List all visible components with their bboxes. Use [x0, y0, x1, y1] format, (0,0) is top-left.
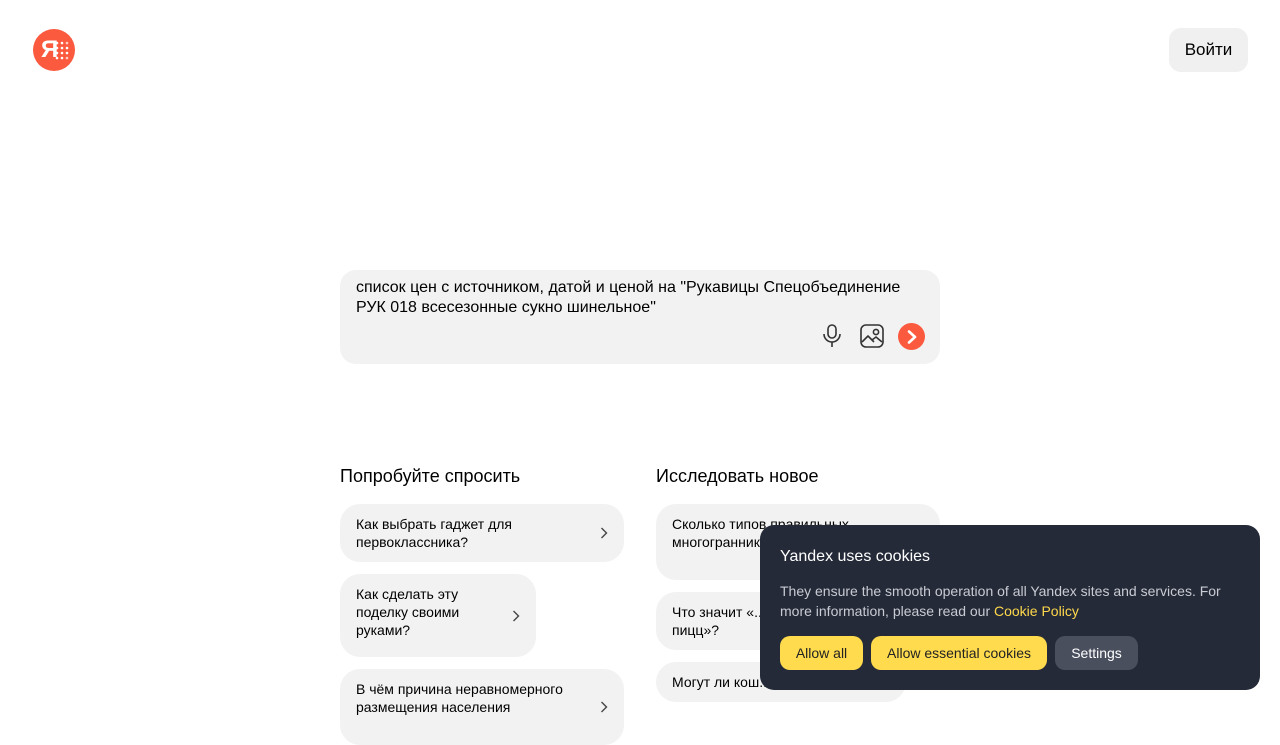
- cookie-text: They ensure the smooth operation of all …: [780, 581, 1240, 621]
- suggestion-chip[interactable]: В чём причина неравномерного размещения …: [340, 669, 624, 745]
- image-search-icon[interactable]: [859, 323, 885, 349]
- cookie-policy-link[interactable]: Cookie Policy: [994, 603, 1079, 619]
- explore-label: Что значит «... пицц»?: [672, 604, 766, 638]
- search-input[interactable]: список цен с источником, датой и ценой н…: [356, 278, 926, 318]
- try-ask-heading: Попробуйте спросить: [340, 466, 521, 486]
- explore-label: Могут ли кош...: [672, 674, 771, 690]
- search-box[interactable]: список цен с источником, датой и ценой н…: [340, 270, 940, 364]
- logo-dots-icon: [55, 41, 69, 60]
- send-button[interactable]: [898, 323, 925, 350]
- chevron-right-icon: [907, 329, 916, 344]
- suggestion-label: Как выбрать гаджет для первоклассника?: [356, 516, 512, 550]
- cookie-title: Yandex uses cookies: [780, 548, 931, 565]
- allow-essential-button[interactable]: Allow essential cookies: [871, 636, 1047, 670]
- suggestion-chip[interactable]: Как сделать эту поделку своими руками?: [340, 574, 536, 657]
- chevron-right-icon: [601, 701, 608, 713]
- login-button[interactable]: Войти: [1169, 28, 1248, 72]
- explore-heading: Исследовать новое: [656, 466, 819, 486]
- suggestion-label: Как сделать эту поделку своими руками?: [356, 586, 460, 638]
- chevron-right-icon: [513, 610, 520, 621]
- cookie-banner: Yandex uses cookies They ensure the smoo…: [760, 525, 1260, 690]
- allow-all-button[interactable]: Allow all: [780, 636, 863, 670]
- suggestion-label: В чём причина неравномерного размещения …: [356, 681, 563, 715]
- chevron-right-icon: [601, 527, 608, 539]
- suggestion-chip[interactable]: Как выбрать гаджет для первоклассника?: [340, 504, 624, 562]
- microphone-icon[interactable]: [820, 323, 844, 349]
- yandex-logo[interactable]: Я: [33, 29, 75, 71]
- cookie-settings-button[interactable]: Settings: [1055, 636, 1138, 670]
